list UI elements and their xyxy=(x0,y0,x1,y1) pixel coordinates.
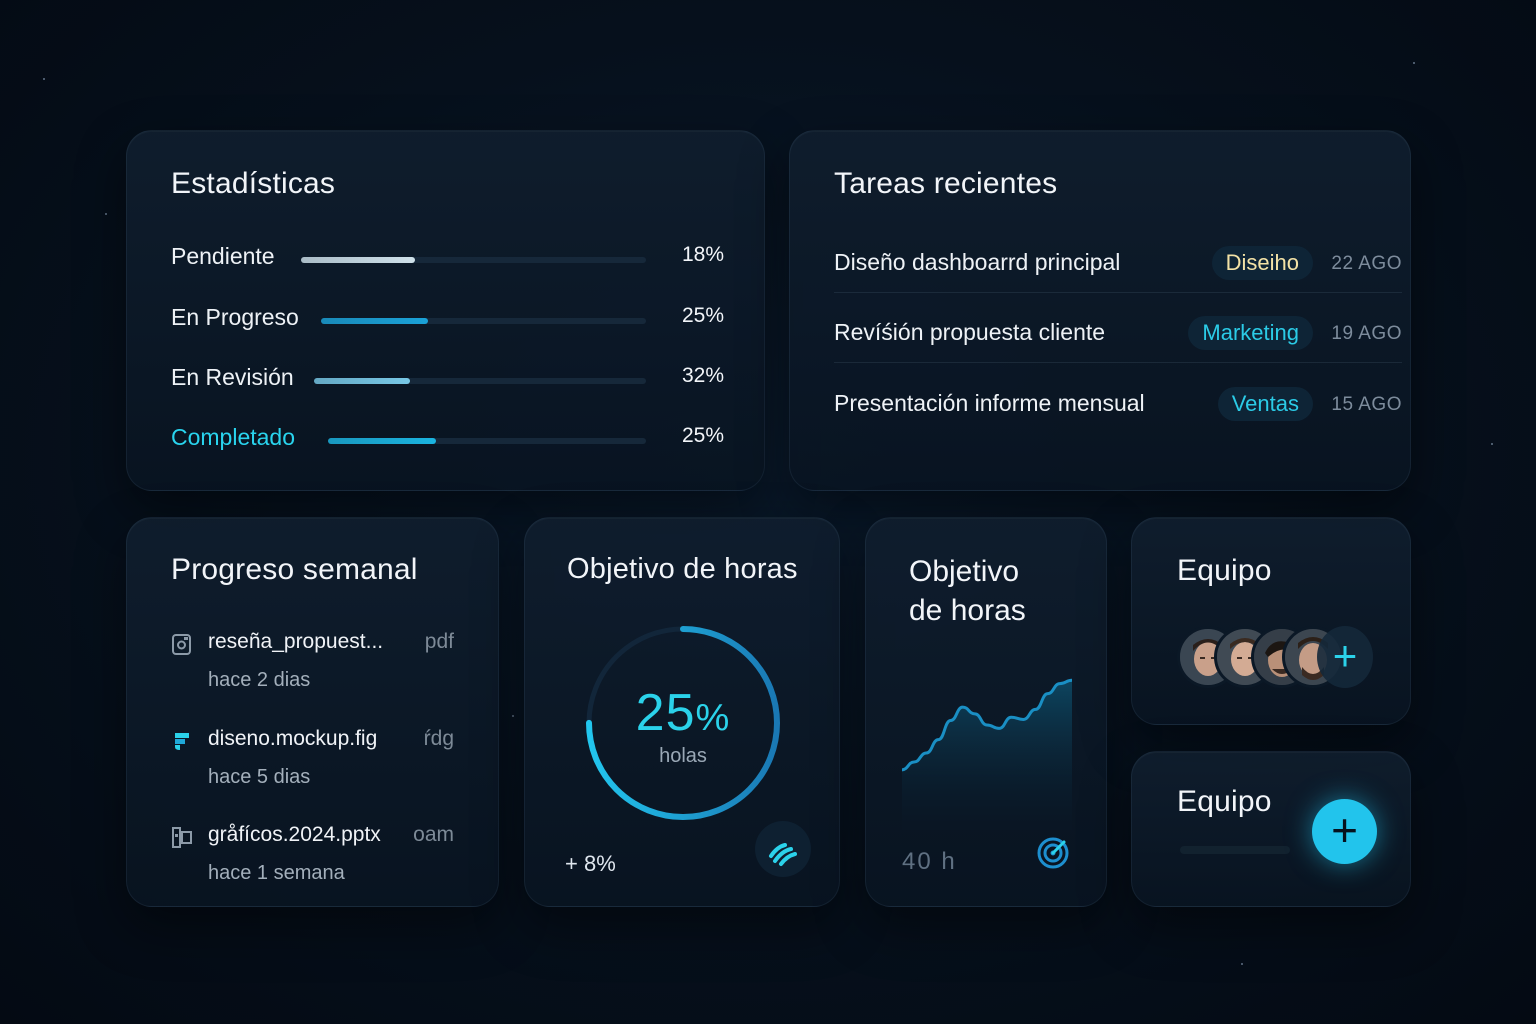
file-name: diseno.mockup.fig xyxy=(208,727,378,750)
task-tag[interactable]: Marketing xyxy=(1188,316,1313,350)
stat-label: Pendiente xyxy=(171,243,275,269)
task-row[interactable]: Presentación informe mensual Ventas 15 AGO xyxy=(834,374,1402,434)
task-date: 19 AGO xyxy=(1331,323,1402,344)
stat-progress-bar xyxy=(321,318,646,324)
task-row[interactable]: Revíśión propuesta cliente Marketing 19 AG… xyxy=(834,303,1402,363)
stat-row: En Revisión 32% xyxy=(171,364,724,394)
image-file-icon xyxy=(171,632,193,656)
stat-row: Pendiente 18% xyxy=(171,243,724,273)
add-team-button[interactable]: + xyxy=(1312,799,1377,864)
star xyxy=(43,78,45,80)
stats-title: Estadísticas xyxy=(171,167,336,200)
file-name: gråfícos.2024.pptx xyxy=(208,823,381,846)
stats-card: Estadísticas Pendiente 18% En Progreso 25% E… xyxy=(126,130,765,491)
ring-delta: + 8% xyxy=(565,851,616,876)
file-time: hace 1 semana xyxy=(208,862,345,884)
stat-percent: 25% xyxy=(681,304,724,327)
add-member-button[interactable]: + xyxy=(1317,626,1373,688)
task-name: Presentación informe mensual xyxy=(834,390,1145,416)
team-progress-bar xyxy=(1180,846,1290,854)
file-list-item[interactable]: gråfícos.2024.pptx oam hace 1 semana xyxy=(171,821,454,901)
tasks-card: Tareas recientes Diseño dashboarrd princ… xyxy=(789,130,1411,491)
stat-progress-fill xyxy=(321,318,429,324)
figma-icon xyxy=(171,729,193,753)
task-tag[interactable]: Ventas xyxy=(1217,387,1313,421)
star xyxy=(105,213,107,215)
star xyxy=(1241,963,1243,965)
file-extension: ŕdg xyxy=(423,727,454,750)
hours-goal-ring-card: Objetivo de horas 25% holas + 8% xyxy=(524,517,840,907)
stat-progress-bar xyxy=(328,438,646,444)
tasks-title: Tareas recientes xyxy=(834,167,1058,200)
stat-row: Completado 25% xyxy=(171,424,724,454)
stat-percent: 18% xyxy=(681,243,724,266)
team-card: Equipo + xyxy=(1131,517,1411,725)
file-extension: oam xyxy=(413,823,454,846)
file-extension: pdf xyxy=(424,630,454,653)
stat-percent: 32% xyxy=(681,364,724,387)
star xyxy=(1413,62,1415,64)
hours-value: 40 h xyxy=(902,848,957,875)
stat-label: En Revisión xyxy=(171,364,294,390)
stat-progress-bar xyxy=(314,378,646,384)
ring-unit-label: holas xyxy=(659,745,707,767)
weekly-progress-card: Progreso semanal reseña_propuest... pdf ha… xyxy=(126,517,499,907)
team-card-secondary: Equipo + xyxy=(1131,751,1411,907)
target-icon[interactable] xyxy=(1036,836,1070,870)
file-list-item[interactable]: reseña_propuest... pdf hace 2 dias xyxy=(171,628,454,708)
stat-label: En Progreso xyxy=(171,304,299,330)
task-date: 15 AGO xyxy=(1331,394,1402,415)
task-date: 22 AGO xyxy=(1331,253,1402,274)
task-row[interactable]: Diseño dashboarrd principal Diseiho 22 AGO xyxy=(834,233,1402,293)
stat-row: En Progreso 25% xyxy=(171,304,724,334)
star xyxy=(512,715,514,717)
presentation-icon xyxy=(171,825,193,849)
weekly-title: Progreso semanal xyxy=(171,553,418,586)
stat-percent: 25% xyxy=(681,424,724,447)
task-name: Diseño dashboarrd principal xyxy=(834,249,1121,275)
signal-icon[interactable] xyxy=(755,821,811,877)
file-time: hace 5 dias xyxy=(208,766,311,788)
star xyxy=(1491,443,1493,445)
area-fill xyxy=(902,680,1072,830)
task-name: Revíśión propuesta cliente xyxy=(834,319,1106,345)
file-list-item[interactable]: diseno.mockup.fig ŕdg hace 5 dias xyxy=(171,725,454,805)
stat-progress-bar xyxy=(301,257,646,263)
task-tag[interactable]: Diseiho xyxy=(1211,246,1313,280)
stat-progress-fill xyxy=(301,257,415,263)
team2-title: Equipo xyxy=(1177,785,1272,818)
file-name: reseña_propuest... xyxy=(208,630,384,653)
file-time: hace 2 dias xyxy=(208,669,311,691)
stat-progress-fill xyxy=(314,378,411,384)
stat-label: Completado xyxy=(171,424,296,450)
hours-goal-area-card: Objetivo de horas 40 h xyxy=(865,517,1107,907)
stat-progress-fill xyxy=(328,438,437,444)
team-title: Equipo xyxy=(1177,554,1272,587)
ring-percent-value: 25% xyxy=(635,684,731,742)
